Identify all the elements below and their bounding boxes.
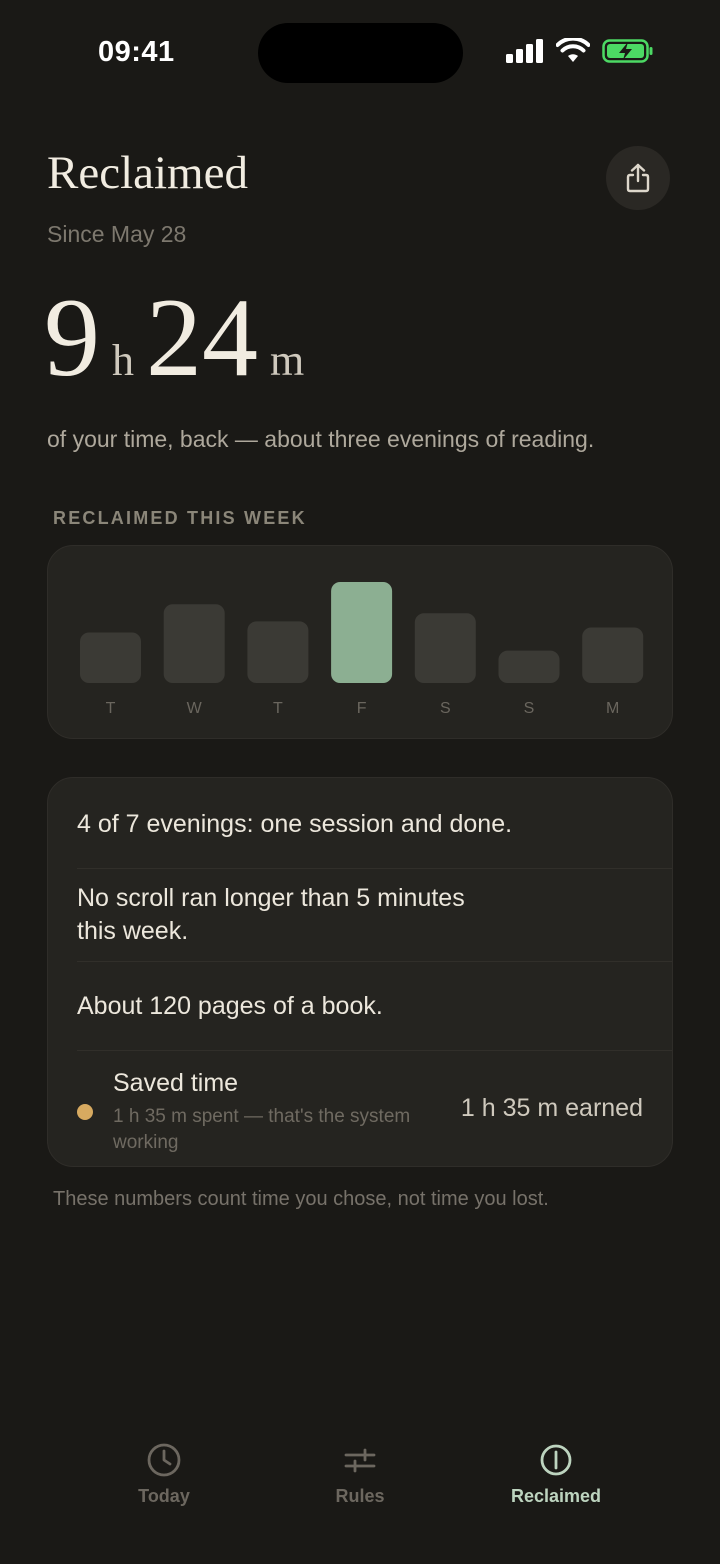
sliders-icon — [344, 1448, 376, 1473]
chart-day-label-5: S — [524, 700, 535, 717]
share-button[interactable] — [606, 146, 670, 210]
hours-unit: h — [112, 336, 134, 385]
status-time: 09:41 — [98, 36, 175, 68]
tab-today[interactable]: Today — [84, 1442, 244, 1507]
chart-bar-0 — [80, 632, 141, 683]
divider — [77, 868, 672, 869]
cellular-signal-icon — [506, 39, 543, 63]
status-icons — [506, 38, 654, 64]
tab-rules[interactable]: Rules — [280, 1442, 440, 1507]
tab-reclaimed-label: Reclaimed — [510, 1486, 602, 1506]
chart-bar-4 — [414, 613, 476, 683]
clock-icon — [147, 1443, 181, 1477]
tab-rules-label: Rules — [335, 1486, 385, 1506]
tab-bar: Today Rules Reclaimed — [0, 1420, 720, 1564]
chart-bar-3 — [331, 582, 393, 683]
weekly-chart-card: TWTFSSM — [47, 545, 673, 739]
footnote: These numbers count time you chose, not … — [53, 1188, 549, 1210]
saved-time-subtitle: 1 h 35 m spent — that's the system worki… — [113, 1106, 411, 1153]
chart-bar-1 — [163, 604, 225, 683]
chart-bar-6 — [582, 627, 644, 683]
divider — [77, 961, 672, 962]
total-hours: 9 — [44, 276, 100, 400]
stat-evenings: 4 of 7 evenings: one session and done. — [77, 810, 513, 838]
reclaimed-icon — [540, 1444, 572, 1476]
divider — [77, 1050, 672, 1051]
stats-card: 4 of 7 evenings: one session and done. N… — [47, 777, 673, 1167]
chart-day-label-1: W — [187, 700, 203, 717]
weekly-bar-chart: TWTFSSM — [80, 582, 644, 717]
chart-day-label-2: T — [273, 700, 283, 717]
dynamic-island — [258, 23, 463, 83]
total-reclaimed: 9 h 24 m — [44, 282, 316, 394]
chart-day-label-6: M — [606, 700, 619, 717]
total-minutes: 24 — [146, 276, 258, 400]
tab-today-label: Today — [138, 1486, 190, 1506]
week-section-label: RECLAIMED THIS WEEK — [53, 508, 307, 528]
tab-reclaimed[interactable]: Reclaimed — [476, 1442, 636, 1507]
page-title: Reclaimed — [47, 147, 248, 199]
chart-bar-2 — [247, 621, 309, 683]
since-date: Since May 28 — [47, 221, 187, 247]
chart-bar-5 — [498, 650, 560, 683]
status-bar: 09:41 — [0, 0, 720, 104]
tagline: of your time, back — about three evening… — [47, 426, 595, 452]
stat-scroll-line2: this week. — [77, 917, 189, 945]
share-icon — [626, 163, 650, 193]
stat-pages: About 120 pages of a book. — [77, 992, 383, 1020]
chart-day-label-3: F — [357, 700, 367, 717]
chart-day-label-0: T — [106, 700, 116, 717]
battery-charging-icon — [602, 39, 653, 63]
saved-time-earned: 1 h 35 m earned — [460, 1094, 643, 1122]
saved-time-dot — [77, 1104, 93, 1120]
wifi-icon — [556, 38, 590, 62]
saved-time-title: Saved time — [113, 1069, 239, 1097]
minutes-unit: m — [270, 336, 305, 385]
chart-day-label-4: S — [440, 700, 451, 717]
stat-scroll-line1: No scroll ran longer than 5 minutes — [77, 884, 465, 912]
